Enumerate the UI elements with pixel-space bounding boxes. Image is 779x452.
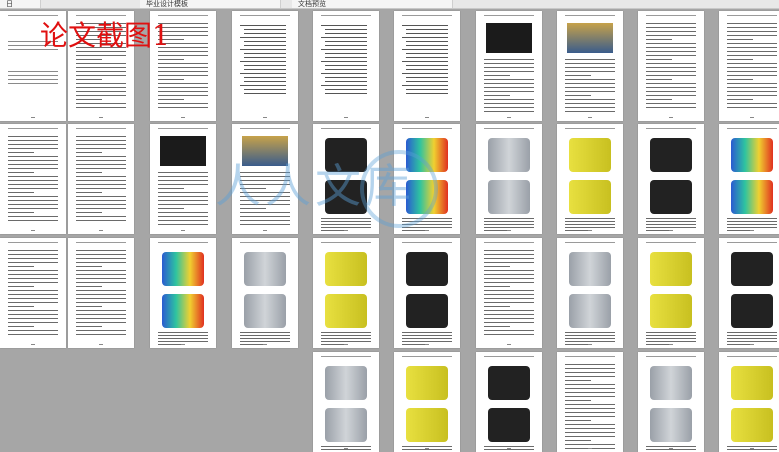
- render-image: [162, 294, 204, 328]
- page-thumbnail[interactable]: [557, 124, 623, 234]
- tab-1-label: 日: [6, 0, 13, 8]
- page-thumbnail[interactable]: [476, 238, 542, 348]
- page-thumbnail[interactable]: [232, 11, 298, 121]
- tab-3-label: 文档预览: [298, 0, 326, 8]
- page-thumbnail[interactable]: [150, 124, 216, 234]
- render-image: [406, 366, 448, 400]
- render-image: [569, 180, 611, 214]
- render-image: [731, 180, 773, 214]
- render-image: [244, 252, 286, 286]
- page-thumbnail[interactable]: [557, 238, 623, 348]
- page-thumbnail[interactable]: [638, 124, 704, 234]
- render-image: [731, 294, 773, 328]
- tab-bar: 日 毕业设计模板 文档预览: [0, 0, 779, 9]
- page-thumbnail[interactable]: [557, 352, 623, 452]
- figure-image: [486, 23, 532, 53]
- page-thumbnail[interactable]: [638, 238, 704, 348]
- page-thumbnail[interactable]: [232, 238, 298, 348]
- figure-image: [160, 136, 206, 166]
- page-thumbnail[interactable]: [719, 11, 779, 121]
- render-image: [406, 294, 448, 328]
- page-thumbnail[interactable]: [638, 11, 704, 121]
- render-image: [244, 294, 286, 328]
- render-image: [325, 252, 367, 286]
- page-thumbnail[interactable]: [0, 124, 66, 234]
- caption-overlay: 论文截图1: [40, 19, 170, 52]
- render-image: [731, 138, 773, 172]
- render-image: [569, 138, 611, 172]
- page-thumbnail[interactable]: [313, 238, 379, 348]
- render-image: [650, 180, 692, 214]
- page-thumbnail[interactable]: [313, 352, 379, 452]
- render-image: [731, 252, 773, 286]
- render-image: [488, 366, 530, 400]
- render-image: [650, 366, 692, 400]
- page-thumbnail[interactable]: [68, 238, 134, 348]
- render-image: [406, 252, 448, 286]
- page-thumbnail[interactable]: [150, 238, 216, 348]
- page-thumbnail[interactable]: [719, 124, 779, 234]
- render-image: [325, 366, 367, 400]
- tab-1[interactable]: 日: [0, 0, 41, 8]
- page-thumbnail[interactable]: [719, 352, 779, 452]
- page-thumbnail[interactable]: [476, 11, 542, 121]
- render-image: [325, 408, 367, 442]
- page-thumbnail[interactable]: [394, 238, 460, 348]
- render-image: [406, 408, 448, 442]
- render-image: [569, 252, 611, 286]
- page-thumbnail[interactable]: [394, 11, 460, 121]
- page-thumbnail[interactable]: [68, 124, 134, 234]
- render-image: [650, 138, 692, 172]
- render-image: [650, 408, 692, 442]
- page-thumbnail[interactable]: [476, 124, 542, 234]
- render-image: [488, 408, 530, 442]
- render-image: [731, 366, 773, 400]
- page-thumbnail[interactable]: [719, 238, 779, 348]
- render-image: [650, 252, 692, 286]
- render-image: [731, 408, 773, 442]
- page-thumbnail[interactable]: [557, 11, 623, 121]
- tab-2-label: 毕业设计模板: [146, 0, 188, 8]
- render-image: [650, 294, 692, 328]
- watermark-logo-icon: [360, 150, 438, 228]
- figure-image: [242, 136, 288, 166]
- page-thumbnail[interactable]: [638, 352, 704, 452]
- page-thumbnail[interactable]: [232, 124, 298, 234]
- page-thumbnail[interactable]: [394, 352, 460, 452]
- page-thumbnail[interactable]: [0, 238, 66, 348]
- tab-2[interactable]: 毕业设计模板: [140, 0, 281, 8]
- render-image: [488, 180, 530, 214]
- tab-3[interactable]: 文档预览: [292, 0, 453, 8]
- page-thumbnail[interactable]: [313, 11, 379, 121]
- figure-image: [567, 23, 613, 53]
- render-image: [162, 252, 204, 286]
- render-image: [325, 294, 367, 328]
- page-thumbnail[interactable]: [476, 352, 542, 452]
- render-image: [569, 294, 611, 328]
- render-image: [325, 138, 367, 172]
- render-image: [488, 138, 530, 172]
